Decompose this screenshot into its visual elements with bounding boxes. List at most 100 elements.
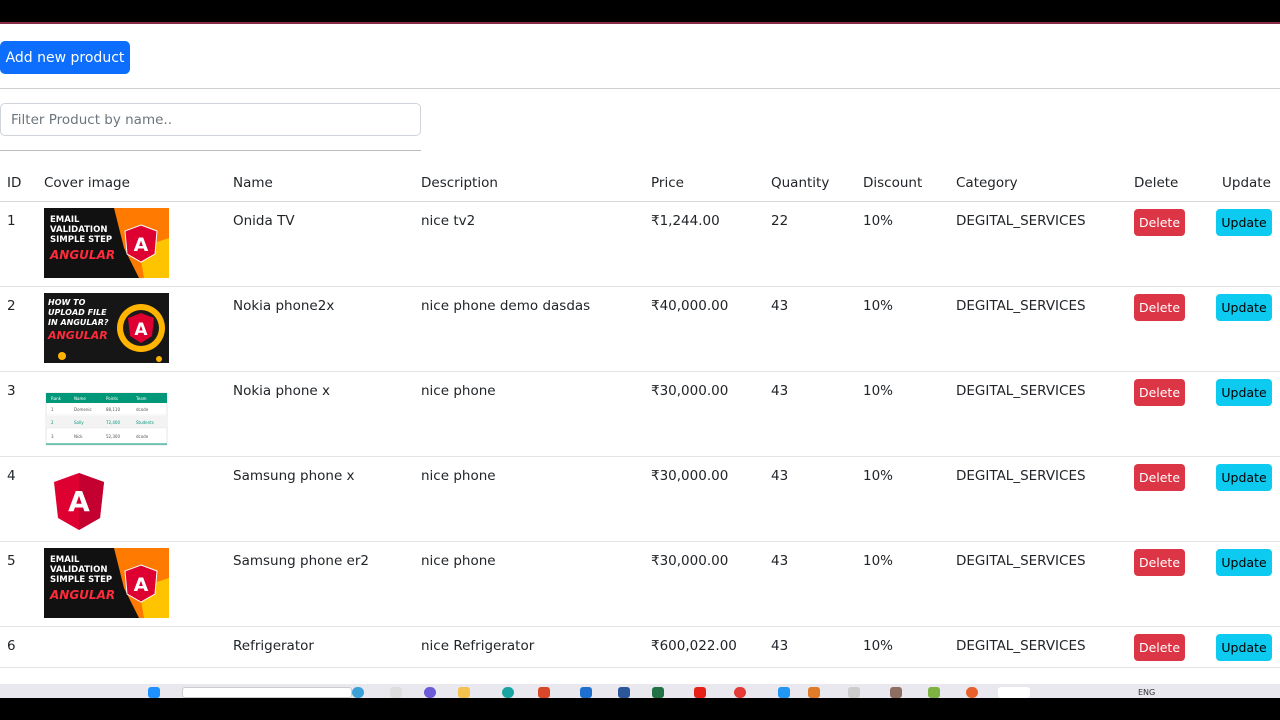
delete-button[interactable]: Delete <box>1134 463 1185 491</box>
thumb-letter: A <box>134 574 149 596</box>
youtube-icon[interactable] <box>694 687 706 698</box>
empty-image <box>44 638 169 658</box>
cell-id: 1 <box>7 212 16 229</box>
cell-id: 4 <box>7 467 16 484</box>
edge-icon[interactable] <box>502 687 514 698</box>
update-button[interactable]: Update <box>1216 463 1272 491</box>
cell-name: Samsung phone x <box>233 467 355 484</box>
taskbar-search-icon[interactable] <box>182 687 352 698</box>
cell-price: ₹30,000.00 <box>651 467 729 484</box>
delete-button[interactable]: Delete <box>1134 293 1185 321</box>
thumb-line: UPLOAD FILE <box>48 308 107 317</box>
header-cover-image: Cover image <box>44 175 130 191</box>
cell-id: 6 <box>7 637 16 654</box>
cell-category: DEGITAL_SERVICES <box>956 552 1086 569</box>
file-explorer-icon[interactable] <box>458 687 470 698</box>
cell-description: nice phone demo dasdas <box>421 297 591 314</box>
cell-delete: Delete <box>1127 201 1215 286</box>
delete-button[interactable]: Delete <box>1134 633 1185 661</box>
delete-button[interactable]: Delete <box>1134 548 1185 576</box>
delete-button[interactable]: Delete <box>1134 208 1185 236</box>
table-row: 2 HOW TO UPLOAD FILE IN ANGULAR? ANGULAR… <box>0 286 1280 371</box>
header-category: Category <box>956 175 1018 191</box>
cell-description: nice phone <box>421 552 496 569</box>
cell-update: Update <box>1215 541 1280 626</box>
table-row: 5 EMAIL VALIDATION SIMPLE STEP ANGULAR A… <box>0 541 1280 626</box>
update-button[interactable]: Update <box>1216 378 1272 406</box>
app-icon[interactable] <box>890 687 902 698</box>
app-icon[interactable] <box>808 687 820 698</box>
update-button[interactable]: Update <box>1216 633 1272 661</box>
cell-id: 5 <box>7 552 16 569</box>
thumb-line: SIMPLE STEP <box>50 235 112 245</box>
vscode-icon[interactable] <box>778 687 790 698</box>
cell-name: Onida TV <box>233 212 295 229</box>
table-row: 3 Rank Name Points Team 1 Domenic 88,110… <box>0 371 1280 456</box>
delete-button[interactable]: Delete <box>1134 378 1185 406</box>
thumb-line: SIMPLE STEP <box>50 575 112 585</box>
cell-quantity: 43 <box>771 637 789 654</box>
widgets-icon[interactable] <box>352 687 364 698</box>
thumb-table-cell: dcode <box>136 434 149 439</box>
cell-discount: 10% <box>863 637 894 654</box>
table-thumbnail: Rank Name Points Team 1 Domenic 88,110 d… <box>44 377 169 448</box>
app-icon[interactable] <box>928 687 940 698</box>
thumb-table-cell: 52,300 <box>106 434 120 439</box>
table-row: 1 EMAIL VALIDATION SIMPLE STEP ANGULAR A… <box>0 201 1280 286</box>
table-row: 4 A Samsung phone x nice phone ₹30,000.0… <box>0 456 1280 541</box>
angular-logo-thumbnail: A <box>44 462 169 533</box>
cell-update: Update <box>1215 201 1280 286</box>
header-delete: Delete <box>1134 175 1179 191</box>
cell-cover-image: A <box>37 456 226 541</box>
cell-name: Samsung phone er2 <box>233 552 369 569</box>
app-icon[interactable] <box>966 687 978 698</box>
excel-icon[interactable] <box>652 687 664 698</box>
app-icon[interactable] <box>848 687 860 698</box>
office-icon[interactable] <box>538 687 550 698</box>
cell-discount: 10% <box>863 467 894 484</box>
cell-id: 3 <box>7 382 16 399</box>
thumb-line: VALIDATION <box>50 565 107 575</box>
thumb-table-header: Team <box>135 396 147 401</box>
header-quantity: Quantity <box>771 175 830 191</box>
update-button[interactable]: Update <box>1216 293 1272 321</box>
cell-name: Nokia phone2x <box>233 297 335 314</box>
cell-name: Refrigerator <box>233 637 314 654</box>
thumb-line: HOW TO <box>48 298 86 307</box>
add-new-product-button[interactable]: Add new product <box>0 41 130 74</box>
cell-cover-image <box>37 626 226 667</box>
cell-price: ₹40,000.00 <box>651 297 729 314</box>
divider <box>0 88 1280 89</box>
active-app-icon[interactable] <box>998 687 1030 698</box>
cell-discount: 10% <box>863 212 894 229</box>
outlook-icon[interactable] <box>580 687 592 698</box>
table-header-row: ID Cover image Name Description Price Qu… <box>0 166 1280 201</box>
update-button[interactable]: Update <box>1216 548 1272 576</box>
header-discount: Discount <box>863 175 923 191</box>
header-description: Description <box>421 175 498 191</box>
thumb-brand: ANGULAR <box>49 588 115 602</box>
cell-discount: 10% <box>863 382 894 399</box>
cell-cover-image: EMAIL VALIDATION SIMPLE STEP ANGULAR A <box>37 541 226 626</box>
filter-product-input[interactable] <box>0 103 421 136</box>
task-view-icon[interactable] <box>390 687 402 698</box>
word-icon[interactable] <box>618 687 630 698</box>
language-indicator[interactable]: ENG <box>1138 688 1155 697</box>
teams-icon[interactable] <box>424 687 436 698</box>
cell-description: nice Refrigerator <box>421 637 535 654</box>
cell-update: Update <box>1215 626 1280 667</box>
windows-start-icon[interactable] <box>148 687 160 698</box>
thumb-brand: ANGULAR <box>47 329 108 342</box>
cell-quantity: 43 <box>771 297 789 314</box>
cell-category: DEGITAL_SERVICES <box>956 467 1086 484</box>
chrome-icon[interactable] <box>734 687 746 698</box>
thumb-table-cell: Sally <box>74 420 84 425</box>
cell-price: ₹30,000.00 <box>651 552 729 569</box>
filter-divider <box>0 150 421 151</box>
thumb-table-header: Rank <box>51 396 62 401</box>
update-button[interactable]: Update <box>1216 208 1272 236</box>
cell-description: nice phone <box>421 467 496 484</box>
thumb-line: VALIDATION <box>50 225 107 235</box>
cell-quantity: 43 <box>771 382 789 399</box>
thumb-line: EMAIL <box>50 215 80 225</box>
